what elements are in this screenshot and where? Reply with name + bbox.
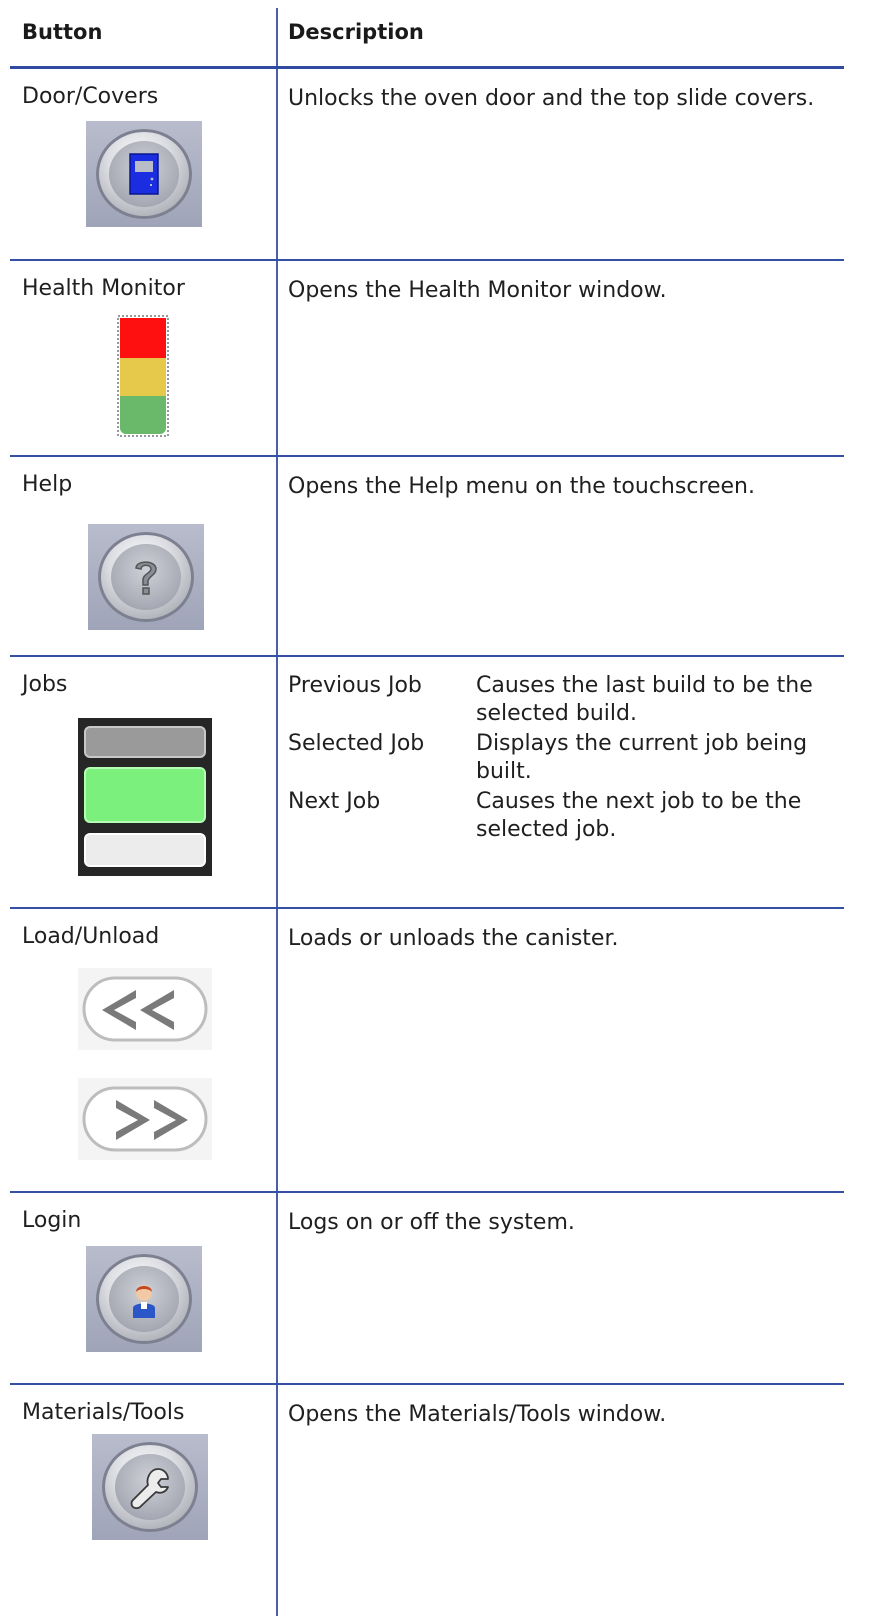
job-item: Previous Job Causes the last build to be… — [288, 672, 848, 728]
help-icon[interactable] — [88, 524, 204, 630]
button-name: Jobs — [22, 672, 68, 697]
table-row: Jobs Previous Job Causes the last build … — [0, 656, 870, 908]
button-name: Login — [22, 1208, 82, 1233]
table-row: Health Monitor Opens the Health Monitor … — [0, 260, 870, 456]
table-header: Button Description — [0, 0, 870, 69]
job-text: Causes the last build to be the selected… — [476, 673, 813, 726]
button-description: Opens the Materials/Tools window. — [288, 1402, 667, 1427]
job-label: Previous Job — [288, 673, 422, 698]
job-text: Causes the next job to be the selected j… — [476, 789, 802, 842]
load-icon[interactable] — [78, 1078, 212, 1164]
table-row: Help Opens the Help menu on the touchscr… — [0, 456, 870, 656]
table-row: Load/Unload Loads or unloads the caniste… — [0, 908, 870, 1192]
job-text: Displays the current job being built. — [476, 731, 808, 784]
health-monitor-icon[interactable] — [117, 315, 169, 441]
button-description: Logs on or off the system. — [288, 1210, 575, 1235]
wrench-icon[interactable] — [92, 1434, 208, 1540]
header-button: Button — [22, 20, 103, 44]
door-icon[interactable] — [86, 121, 202, 227]
login-icon[interactable] — [86, 1246, 202, 1352]
button-name: Materials/Tools — [22, 1400, 185, 1425]
job-label: Selected Job — [288, 731, 425, 756]
button-name: Help — [22, 472, 73, 497]
unload-icon[interactable] — [78, 968, 212, 1054]
table-row: Login Logs on or off the system. — [0, 1192, 870, 1384]
button-description: Loads or unloads the canister. — [288, 926, 619, 951]
button-description: Opens the Health Monitor window. — [288, 278, 667, 303]
jobs-list: Previous Job Causes the last build to be… — [288, 672, 848, 846]
button-description: Opens the Help menu on the touchscreen. — [288, 474, 755, 499]
job-item: Next Job Causes the next job to be the s… — [288, 788, 848, 844]
table-row: Materials/Tools Opens the Materials/Tool… — [0, 1384, 870, 1616]
button-name: Door/Covers — [22, 84, 159, 109]
jobs-icon[interactable] — [78, 718, 212, 880]
button-name: Load/Unload — [22, 924, 160, 949]
button-description: Unlocks the oven door and the top slide … — [288, 86, 815, 111]
job-item: Selected Job Displays the current job be… — [288, 730, 848, 786]
button-name: Health Monitor — [22, 276, 185, 301]
header-description: Description — [288, 20, 424, 44]
job-label: Next Job — [288, 789, 381, 814]
table-row: Door/Covers Unlocks the oven door and th… — [0, 68, 870, 260]
